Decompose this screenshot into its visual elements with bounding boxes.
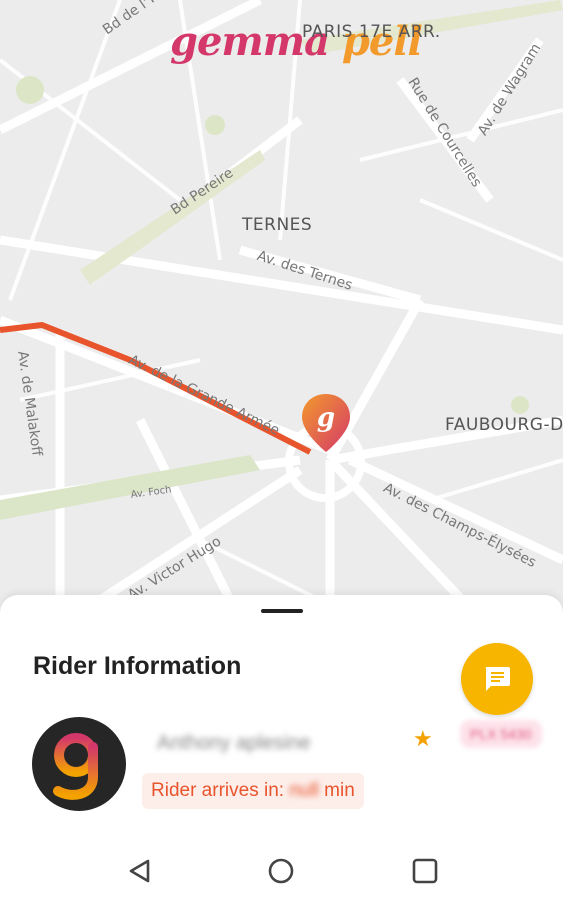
home-circle-icon [268,858,294,884]
eta-badge: Rider arrives in: null min [142,773,364,809]
back-triangle-icon [129,859,150,883]
recents-square-icon [412,858,438,884]
star-icon: ★ [413,726,433,751]
vehicle-plate-badge: PLX 5430 [460,720,542,748]
eta-unit: min [318,780,355,801]
eta-label: Rider arrives in: [151,780,290,801]
drag-handle[interactable] [261,609,303,613]
chat-icon [485,667,510,691]
sheet-title: Rider Information [33,652,242,680]
gemma-logo-icon [53,733,98,800]
chat-button[interactable] [461,643,533,715]
location-marker-icon[interactable]: g [299,392,353,454]
district-label-faubourg: FAUBOURG-D [445,415,563,435]
rider-name: Anthony aplesine [157,732,311,754]
district-label-ternes: TERNES [242,215,313,235]
system-nav-bar [0,842,563,900]
eta-value: null [289,780,319,801]
map-view[interactable]: gemma pell PARIS 17E ARR. TERNES FAUBOUR… [0,0,563,640]
district-label-paris17: PARIS 17E ARR. [302,22,441,42]
recents-nav-button[interactable] [410,856,440,886]
rider-avatar [32,717,126,811]
home-nav-button[interactable] [266,856,296,886]
svg-text:g: g [317,403,335,433]
back-nav-button[interactable] [124,856,154,886]
